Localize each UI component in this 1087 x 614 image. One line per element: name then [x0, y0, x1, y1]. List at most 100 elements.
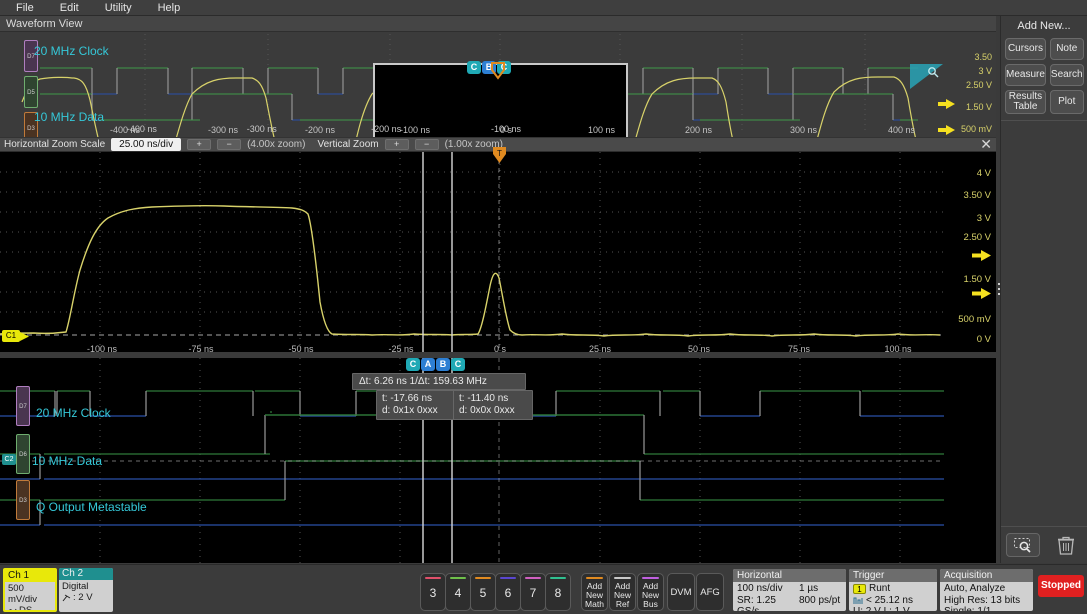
channel-button-4[interactable]: 4 [445, 573, 471, 611]
overview-time-axis: -400 ns -300 ns -200 ns -100 ns [22, 124, 944, 135]
overview-dbadge-d5[interactable]: D5 [24, 76, 38, 108]
channel-button-5[interactable]: 5 [470, 573, 496, 611]
overview-panel[interactable]: D7 D5 D3 20 MHz Clock 10 MHz Data Q Outp… [0, 32, 996, 137]
afg-button[interactable]: AFG [696, 573, 724, 611]
trigger-panel[interactable]: Trigger 1 Runt < 25.12 ns U: 2 V L: 1 V [849, 569, 937, 611]
cursor-b-readout[interactable]: t: -11.40 ns d: 0x0x 0xxx [453, 390, 533, 420]
trigger-panel-title: Trigger [849, 569, 937, 582]
oscilloscope-app: File Edit Utility Help Waveform View D7 … [0, 0, 1087, 614]
zoom-ch1-badge[interactable]: C1 [2, 330, 20, 342]
channel-button-8[interactable]: 8 [545, 573, 571, 611]
h-samplerate: SR: 1.25 GS/s [737, 594, 776, 612]
zoom-waveform-plot[interactable]: T C1 [0, 147, 996, 352]
trigger-panel-rows: 1 Runt < 25.12 ns U: 2 V L: 1 V [849, 582, 937, 611]
channel-button-7[interactable]: 7 [520, 573, 546, 611]
ch2-type: Digital [62, 581, 89, 592]
close-icon[interactable]: ✕ [980, 137, 992, 152]
ch1-details: 500 mV/div DS 500 MHz [5, 582, 55, 612]
digital-dbadge-d7[interactable]: D7 [16, 386, 30, 426]
waveform-view-title: Waveform View [0, 16, 996, 32]
vertical-zoom-minus-button[interactable]: − [414, 139, 439, 150]
zoom-volt-label: 1.50 V [963, 274, 991, 285]
ov-tick: -300 ns [246, 124, 277, 134]
overview-cursor-c1-badge[interactable]: C [467, 61, 481, 74]
ch7-label: 7 [529, 586, 537, 600]
menu-bar: File Edit Utility Help [0, 0, 1087, 16]
overview-label-clock: 20 MHz Clock [34, 44, 109, 58]
channel-badge-ch1[interactable]: Ch 1 500 mV/div DS 500 MHz [3, 568, 57, 612]
cursor-badge-row[interactable]: C A B C [406, 358, 465, 371]
zoom-volt-cursor-arrow-2[interactable] [972, 287, 992, 300]
cursor-badge-b[interactable]: B [436, 358, 450, 371]
zoom-volt-cursor-arrow-1[interactable] [972, 249, 992, 262]
dc-coupling-icon [8, 608, 17, 610]
cursor-b-data: d: 0x0x 0xxx [459, 405, 515, 416]
digital-dbadge-d3[interactable]: D3 [16, 480, 30, 520]
menu-item-help[interactable]: Help [148, 0, 191, 16]
zoom-volt-label: 500 mV [958, 314, 991, 325]
ch6-label: 6 [504, 586, 512, 600]
add-plot-button[interactable]: Plot [1049, 90, 1084, 114]
horizontal-zoom-minus-button[interactable]: − [217, 139, 242, 150]
vertical-zoom-plus-button[interactable]: + [384, 139, 409, 150]
add-note-button[interactable]: Note [1049, 38, 1084, 60]
cursor-a-data: d: 0x1x 0xxx [382, 405, 438, 416]
zoom-tick: -100 ns [86, 344, 118, 354]
trigger-type: Runt [869, 583, 891, 594]
threshold-icon [62, 594, 71, 601]
h-resolution: 800 ps/pt [799, 594, 841, 606]
horizontal-zoom-plus-button[interactable]: + [187, 139, 212, 150]
digital-ch2-badge[interactable]: C2 [2, 454, 16, 465]
cursor-delta-readout[interactable]: Δt: 6.26 ns 1/Δt: 159.63 MHz [352, 373, 526, 390]
overview-volt-cursor-arrow-2[interactable] [938, 124, 956, 136]
acquisition-panel-title: Acquisition [940, 569, 1033, 582]
cursor-b-time: t: -11.40 ns [459, 393, 509, 404]
menu-item-edit[interactable]: Edit [50, 0, 89, 16]
trash-icon[interactable] [1049, 533, 1083, 557]
channel-button-3[interactable]: 3 [420, 573, 446, 611]
cursor-badge-a[interactable]: A [421, 358, 435, 371]
ch4-color-bar [450, 577, 466, 579]
horizontal-panel[interactable]: Horizontal 100 ns/div 1 µs SR: 1.25 GS/s 8… [733, 569, 846, 611]
dvm-button[interactable]: DVM [667, 573, 695, 611]
cursor-badge-c2[interactable]: C [451, 358, 465, 371]
bottom-status-bar: Ch 1 500 mV/div DS 500 MHz Ch [0, 564, 1087, 614]
ch1-coupling: DS [19, 605, 33, 612]
channel-badge-ch2[interactable]: Ch 2 Digital : 2 V [59, 568, 113, 612]
add-ref-label: Add New Ref [613, 581, 631, 609]
menu-item-file[interactable]: File [6, 0, 44, 16]
zoom-area-icon[interactable] [1005, 533, 1040, 557]
zoom-tick: 50 ns [687, 344, 711, 354]
run-stop-status-button[interactable]: Stopped [1038, 575, 1084, 597]
zoom-tick: -75 ns [188, 344, 214, 354]
add-results-table-button[interactable]: Results Table [1005, 90, 1046, 114]
add-cursors-button[interactable]: Cursors [1005, 38, 1046, 60]
zoom-volt-label: 4 V [976, 168, 991, 179]
digital-dbadge-d6[interactable]: D6 [16, 434, 30, 474]
trigger-source-badge: 1 [853, 583, 866, 594]
add-search-button[interactable]: Search [1049, 64, 1084, 86]
zoom-time-axis: -100 ns -75 ns -50 ns -25 ns 0 s 25 ns 5… [0, 344, 996, 358]
ch3-color-bar [425, 577, 441, 579]
overview-volt-cursor-arrow-1[interactable] [938, 98, 956, 110]
acquisition-panel[interactable]: Acquisition Auto, Analyze High Res: 13 b… [940, 569, 1033, 611]
svg-text:T: T [497, 149, 502, 158]
add-new-bus-button[interactable]: Add New Bus [637, 573, 664, 611]
panel-resize-handle[interactable] [996, 283, 1001, 295]
ch3-label: 3 [429, 586, 437, 600]
menu-item-utility[interactable]: Utility [95, 0, 142, 16]
add-measure-button[interactable]: Measure [1005, 64, 1046, 86]
add-new-ref-button[interactable]: Add New Ref [609, 573, 636, 611]
overview-trigger-marker[interactable] [491, 62, 505, 82]
cursor-a-readout[interactable]: t: -17.66 ns d: 0x1x 0xxx [376, 390, 456, 420]
vertical-zoom-label: Vertical Zoom [317, 139, 379, 150]
cursor-badge-c1[interactable]: C [406, 358, 420, 371]
add-new-math-button[interactable]: Add New Math [581, 573, 608, 611]
channel-button-6[interactable]: 6 [495, 573, 521, 611]
acquisition-panel-rows: Auto, Analyze High Res: 13 bits Single: … [940, 582, 1033, 611]
ov-volt-label: 500 mV [960, 124, 992, 134]
add-new-panel: Add New... Cursors Note Measure Search R… [1000, 16, 1087, 563]
horizontal-zoom-scale-value[interactable]: 25.00 ns/div [111, 138, 182, 151]
zoom-trigger-marker[interactable]: T [492, 146, 507, 166]
trigger-levels: U: 2 V L: 1 V [853, 606, 910, 611]
